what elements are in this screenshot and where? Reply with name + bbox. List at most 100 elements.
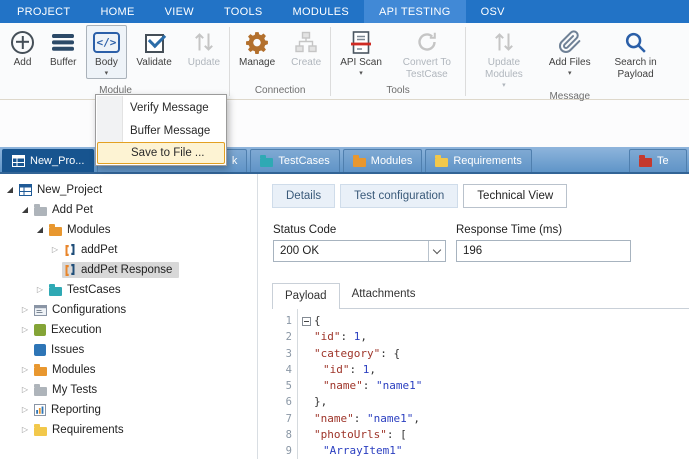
tree-item-requirements[interactable]: ▷Requirements xyxy=(0,420,257,440)
tab-technical-view[interactable]: Technical View xyxy=(463,184,567,208)
buffer-button[interactable]: Buffer xyxy=(43,25,84,71)
button-label: Body xyxy=(95,57,118,69)
menu-item-api-testing[interactable]: API TESTING xyxy=(364,0,466,23)
update-modules-button: Update Modules▾ xyxy=(468,25,540,91)
collapsed-arrow-icon[interactable]: ▷ xyxy=(19,306,31,314)
folder-icon xyxy=(49,227,62,236)
code-token: "id" xyxy=(314,329,341,345)
collapsed-arrow-icon[interactable]: ▷ xyxy=(19,386,31,394)
tree-item-addpet-response[interactable]: addPet Response xyxy=(0,260,257,280)
button-label: Convert To TestCase xyxy=(398,57,456,81)
tab-payload[interactable]: Payload xyxy=(272,283,340,309)
expanded-arrow-icon[interactable]: ◢ xyxy=(19,206,31,214)
collapsed-arrow-icon[interactable]: ▷ xyxy=(19,366,31,374)
menu-item-home[interactable]: HOME xyxy=(85,0,149,23)
code-lines: {"id": 1,"category": {"id": 1,"name": "n… xyxy=(299,309,689,459)
collapsed-arrow-icon[interactable]: ▷ xyxy=(19,326,31,334)
tree-item-modules[interactable]: ◢Modules xyxy=(0,220,257,240)
document-tab-requirements[interactable]: Requirements xyxy=(425,149,531,172)
tree-item-addpet[interactable]: ▷ addPet xyxy=(0,240,257,260)
button-label: Add xyxy=(14,57,32,69)
menu-item-view[interactable]: VIEW xyxy=(150,0,209,23)
add-button[interactable]: Add xyxy=(4,25,41,71)
line-number: 7 xyxy=(272,411,297,427)
menu-item-buffer-message[interactable]: Buffer Message xyxy=(97,119,225,142)
tree-item-testcases[interactable]: ▷TestCases xyxy=(0,280,257,300)
document-tab-testcases[interactable]: TestCases xyxy=(250,149,339,172)
button-icon-area xyxy=(294,28,318,56)
add-files-button[interactable]: Add Files▾ xyxy=(542,25,598,79)
tree-item-label: addPet Response xyxy=(81,264,172,276)
collapsed-arrow-icon[interactable]: ▷ xyxy=(19,406,31,414)
button-icon-area xyxy=(623,28,648,56)
document-tab-te[interactable]: Te xyxy=(629,149,687,172)
chevron-down-icon[interactable] xyxy=(428,241,445,261)
tree-item-content: Modules xyxy=(32,362,102,378)
response-time-field[interactable]: 196 xyxy=(456,240,631,262)
tree-item-add-pet[interactable]: ◢Add Pet xyxy=(0,200,257,220)
menu-item-project[interactable]: PROJECT xyxy=(2,0,85,23)
chevron-down-icon: ▾ xyxy=(359,70,363,77)
expanded-arrow-icon[interactable]: ◢ xyxy=(34,226,46,234)
convert-to-testcase-button: Convert To TestCase xyxy=(391,25,463,83)
document-tab-new-pro[interactable]: New_Pro... xyxy=(2,149,94,172)
button-icon-area xyxy=(52,28,74,56)
menu-item-modules[interactable]: MODULES xyxy=(278,0,365,23)
menu-item-osv[interactable]: OSV xyxy=(466,0,520,23)
module-icon xyxy=(64,264,76,276)
menu-item-verify-message[interactable]: Verify Message xyxy=(97,96,225,119)
menu-item-save-to-file[interactable]: Save to File ... xyxy=(97,142,225,164)
tree-item-modules[interactable]: ▷Modules xyxy=(0,360,257,380)
tree-item-reporting[interactable]: ▷Reporting xyxy=(0,400,257,420)
code-token: "ArrayItem1" xyxy=(323,443,402,459)
code-line: { xyxy=(299,313,689,329)
tree-item-my-tests[interactable]: ▷My Tests xyxy=(0,380,257,400)
update-icon xyxy=(192,30,216,54)
code-token: , xyxy=(369,362,376,378)
tree-item-label: Configurations xyxy=(52,304,126,316)
tree-item-new-project[interactable]: ◢New_Project xyxy=(0,180,257,200)
tree-item-label: Issues xyxy=(51,344,84,356)
code-token: "photoUrls" xyxy=(314,427,387,443)
code-token: : xyxy=(380,346,393,362)
collapsed-arrow-icon[interactable]: ▷ xyxy=(19,426,31,434)
collapsed-arrow-icon[interactable]: ▷ xyxy=(49,246,61,254)
tree-item-content: Reporting xyxy=(32,402,108,418)
code-token: : xyxy=(363,378,376,394)
ribbon-group-tools: API Scan▾Convert To TestCaseTools xyxy=(332,23,464,99)
tree-item-configurations[interactable]: ▷ Configurations xyxy=(0,300,257,320)
tree-item-issues[interactable]: Issues xyxy=(0,340,257,360)
payload-code-editor[interactable]: 123456789 {"id": 1,"category": {"id": 1,… xyxy=(272,308,689,459)
tree-item-label: addPet xyxy=(81,244,117,256)
payload-tab-bar: PayloadAttachments xyxy=(272,282,427,308)
button-label: Add Files xyxy=(549,57,591,69)
code-line: "photoUrls": [ xyxy=(299,427,689,443)
chevron-shape xyxy=(433,245,441,253)
tab-attachments[interactable]: Attachments xyxy=(340,282,428,308)
folder-icon xyxy=(34,207,47,216)
button-icon-area xyxy=(192,28,216,56)
tree-item-label: Execution xyxy=(51,324,102,336)
status-code-select[interactable]: 200 OK xyxy=(273,240,446,262)
fold-collapse-icon[interactable] xyxy=(302,317,311,326)
document-tab-modules[interactable]: Modules xyxy=(343,149,423,172)
menu-item-tools[interactable]: TOOLS xyxy=(209,0,278,23)
button-icon-area xyxy=(492,28,516,56)
collapsed-arrow-icon[interactable]: ▷ xyxy=(34,286,46,294)
tab-details[interactable]: Details xyxy=(272,184,335,208)
create-icon xyxy=(294,30,318,54)
search-in-payload-button[interactable]: Search in Payload xyxy=(600,25,672,83)
body-button[interactable]: </>Body▾ xyxy=(86,25,128,79)
gear-icon xyxy=(245,30,270,55)
api-scan-icon xyxy=(349,30,373,55)
manage-button[interactable]: Manage xyxy=(232,25,282,71)
tree-item-execution[interactable]: ▷ Execution xyxy=(0,320,257,340)
tab-test-configuration[interactable]: Test configuration xyxy=(340,184,458,208)
tab-label: Te xyxy=(657,155,669,167)
code-token: "name" xyxy=(314,411,354,427)
button-label: API Scan xyxy=(340,57,382,69)
api-scan-button[interactable]: API Scan▾ xyxy=(333,25,389,79)
button-label: Buffer xyxy=(50,57,77,69)
expanded-arrow-icon[interactable]: ◢ xyxy=(4,186,16,194)
validate-button[interactable]: Validate xyxy=(129,25,178,71)
